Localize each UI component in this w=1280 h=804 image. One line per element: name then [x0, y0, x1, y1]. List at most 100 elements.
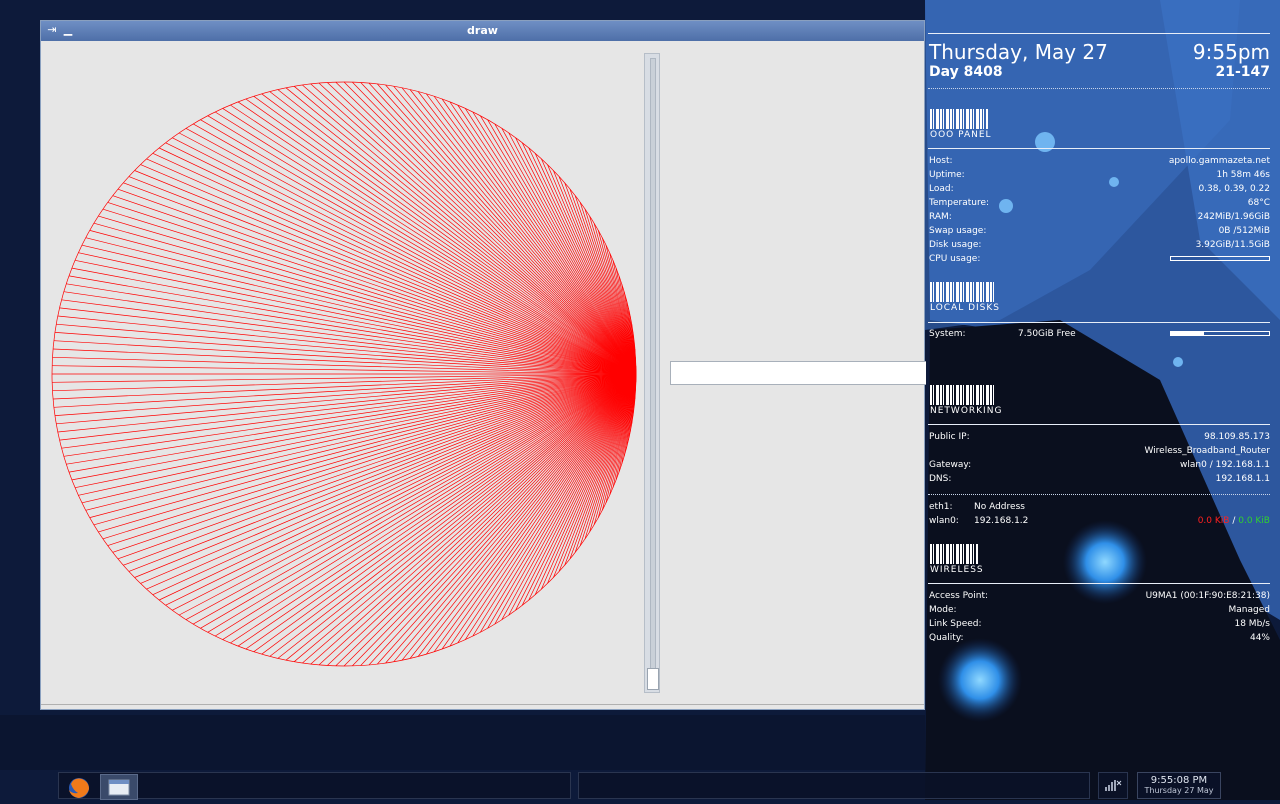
interface-row: wlan0:192.168.1.20.0 KiB / 0.0 KiB	[928, 516, 1270, 530]
drawn-line	[278, 374, 636, 658]
date-time-row: Thursday, May 27 9:55pm	[928, 40, 1270, 64]
divider	[928, 33, 1270, 34]
drawn-line	[200, 374, 636, 628]
barcode-icon	[930, 385, 994, 405]
drawn-line	[141, 374, 637, 583]
drawn-line	[52, 366, 636, 374]
barcode-icon	[930, 109, 988, 129]
system-stat-value: 1h 58m 46s	[1216, 170, 1270, 180]
upload-rate: 0.0 KiB	[1238, 516, 1270, 526]
section-net: NETWORKING	[930, 385, 1002, 416]
wifi-stat-row: Link Speed:18 Mb/s	[928, 619, 1270, 633]
drawn-line	[60, 374, 636, 440]
vertical-slider[interactable]	[644, 53, 660, 693]
network-stat-row: Public IP:98.109.85.173	[928, 432, 1270, 446]
disk-label: System:	[929, 329, 966, 339]
drawn-line	[223, 108, 636, 374]
drawn-line	[434, 96, 636, 374]
drawing-canvas[interactable]	[41, 41, 641, 701]
drawn-line	[208, 374, 636, 632]
disk-free: 7.50GiB Free	[1018, 329, 1076, 339]
interface-name: wlan0:	[929, 516, 959, 526]
divider	[928, 494, 1270, 495]
day-row: Day 8408 21-147	[928, 64, 1270, 82]
drawn-line	[434, 374, 636, 652]
day-count: Day 8408	[929, 64, 1003, 80]
network-stat-value: 98.109.85.173	[1204, 432, 1270, 442]
wifi-stat-value: Managed	[1229, 605, 1270, 615]
drawn-line	[90, 374, 636, 518]
drawn-line	[52, 374, 636, 382]
wifi-stat-label: Access Point:	[929, 591, 988, 601]
wifi-stat-label: Quality:	[929, 633, 964, 643]
network-stat-value: Wireless_Broadband_Router	[1144, 446, 1270, 456]
drawn-line	[56, 324, 636, 374]
draw-window: ⇥ ▁ draw	[40, 20, 925, 710]
drawn-line	[153, 374, 636, 595]
section-label: WIRELESS	[930, 565, 984, 575]
draw-task-button[interactable]	[100, 774, 138, 800]
interface-name: eth1:	[929, 502, 953, 512]
interface-address: No Address	[974, 502, 1025, 512]
wifi-stat-value: 44%	[1250, 633, 1270, 643]
network-stat-row: Wireless_Broadband_Router	[928, 446, 1270, 460]
drawn-line	[410, 90, 636, 374]
firefox-launcher[interactable]	[62, 774, 96, 800]
wifi-stat-label: Mode:	[929, 605, 957, 615]
firefox-icon	[62, 774, 96, 800]
drawn-line	[62, 374, 636, 448]
drawn-line	[141, 165, 637, 374]
text-input[interactable]	[670, 361, 926, 385]
drawn-line	[113, 374, 636, 552]
window-titlebar[interactable]: ⇥ ▁ draw	[41, 21, 924, 41]
drawn-line	[426, 374, 636, 654]
network-stat-label: Gateway:	[929, 460, 971, 470]
network-stat-label: DNS:	[929, 474, 951, 484]
wifi-stat-row: Quality: 44%	[928, 633, 1270, 647]
taskbar-clock[interactable]: 9:55:08 PM Thursday 27 May	[1137, 772, 1221, 799]
network-stat-row: DNS: 192.168.1.1	[928, 474, 1270, 488]
drawn-line	[208, 116, 636, 374]
system-stat-label: Temperature:	[929, 198, 989, 208]
slider-thumb[interactable]	[647, 668, 659, 690]
section-label: OOO PANEL	[930, 130, 992, 140]
divider	[928, 322, 1270, 323]
drawn-line	[410, 374, 636, 658]
drawn-line	[200, 120, 636, 374]
system-stat-value: 242MiB/1.96GiB	[1198, 212, 1270, 222]
system-stat-value: 0.38, 0.39, 0.22	[1198, 184, 1270, 194]
drawn-line	[344, 82, 636, 374]
disk-usage-fill	[1171, 332, 1204, 335]
drawn-line	[344, 374, 636, 666]
time-text: 9:55pm	[1193, 40, 1270, 64]
disk-usage-bar	[1170, 331, 1270, 336]
date-text: Thursday, May 27	[929, 40, 1108, 64]
system-stat-label: Load:	[929, 184, 954, 194]
system-stat-row: Swap usage:0B /512MiB	[928, 226, 1270, 240]
drawn-line	[426, 94, 636, 374]
interface-traffic: 0.0 KiB / 0.0 KiB	[1198, 516, 1270, 526]
cpu-usage-bar	[1170, 256, 1270, 261]
section-wireless: WIRELESS	[930, 544, 984, 575]
wifi-stat-row: Access Point:U9MA1 (00:1F:90:E8:21:38)	[928, 591, 1270, 605]
wifi-stat-row: Mode: Managed	[928, 605, 1270, 619]
system-stat-label: Disk usage:	[929, 240, 981, 250]
divider	[928, 583, 1270, 584]
drawn-line	[56, 374, 636, 424]
system-stat-value: 68°C	[1248, 198, 1270, 208]
drawn-line	[246, 374, 636, 649]
wifi-stat-label: Link Speed:	[929, 619, 982, 629]
section-panel: OOO PANEL	[930, 109, 992, 140]
download-rate: 0.0 KiB	[1198, 516, 1230, 526]
network-stat-value: 192.168.1.1	[1216, 474, 1270, 484]
drawn-line	[86, 238, 636, 374]
section-label: NETWORKING	[930, 406, 1002, 416]
slider-groove	[650, 58, 656, 688]
day-code: 21-147	[1215, 64, 1270, 80]
barcode-icon	[930, 282, 994, 302]
conky-panel: Thursday, May 27 9:55pm Day 8408 21-147 …	[928, 30, 1270, 650]
section-disks: LOCAL DISKS	[930, 282, 1000, 313]
drawn-line	[86, 374, 636, 510]
window-icon	[101, 775, 137, 799]
network-tray[interactable]	[1098, 772, 1128, 799]
